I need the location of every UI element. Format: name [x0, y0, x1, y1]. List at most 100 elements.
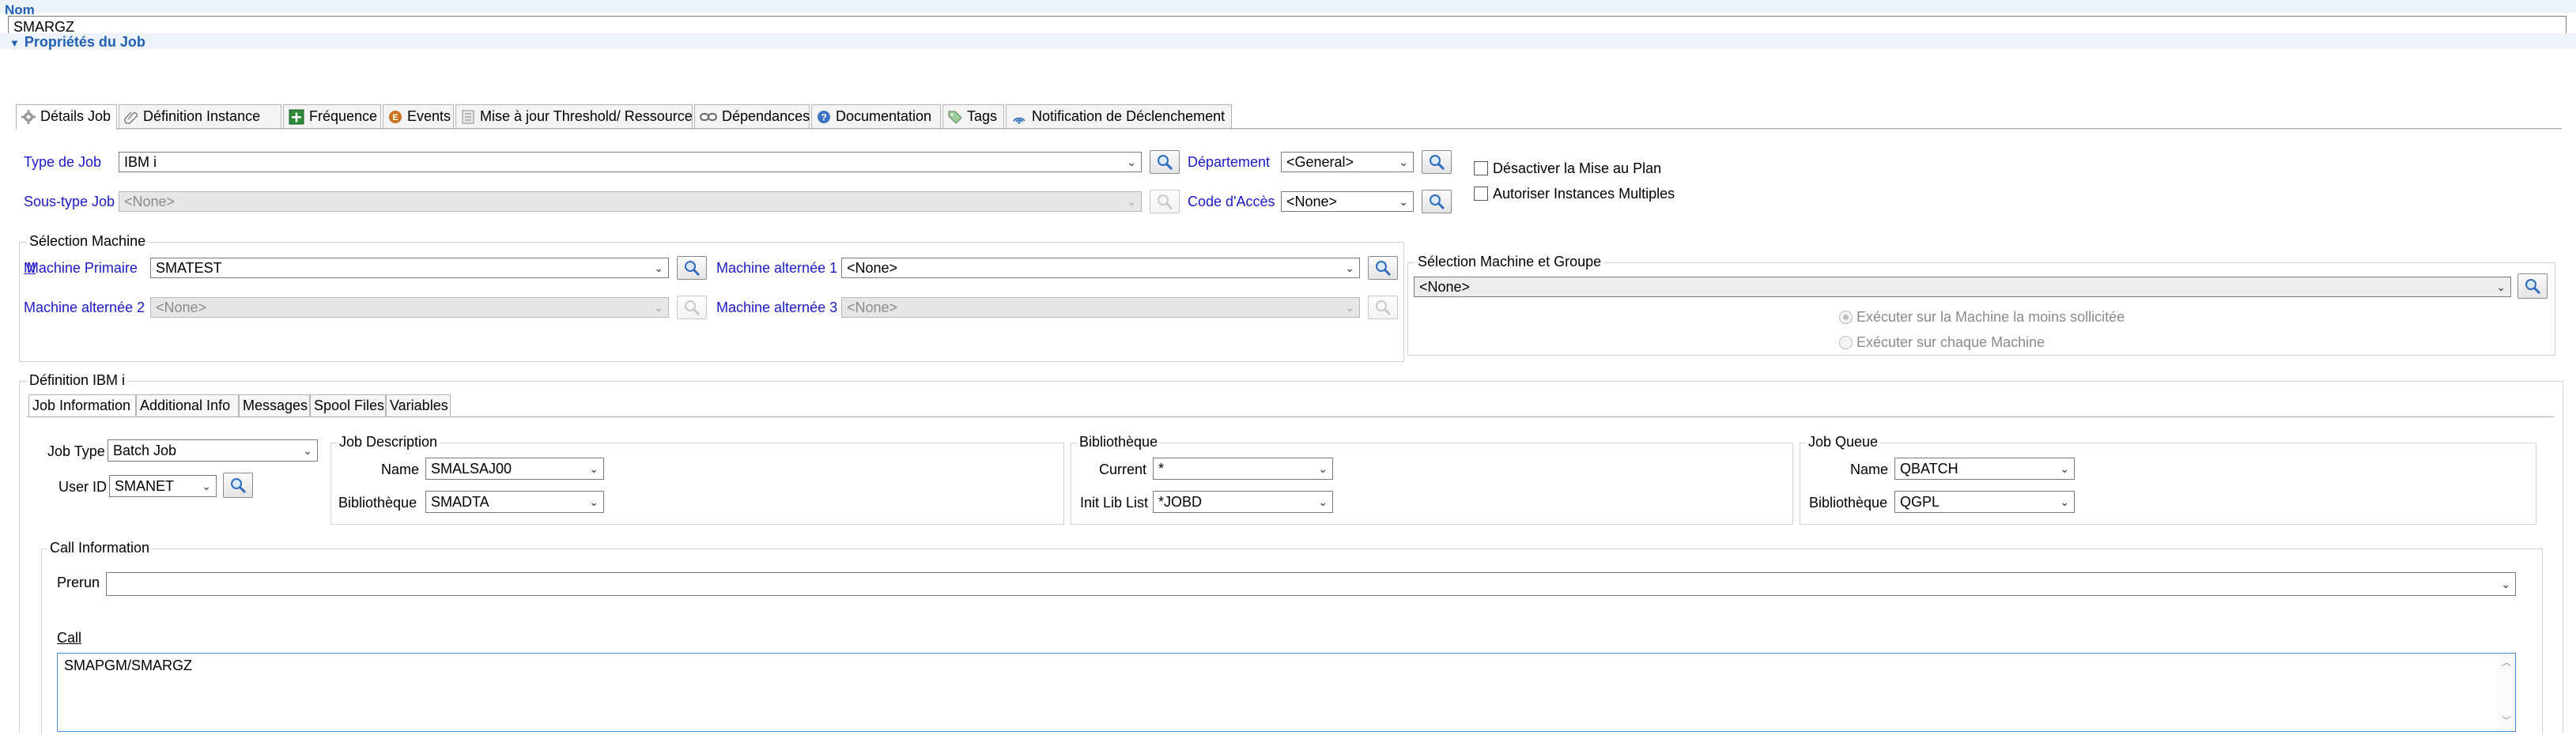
search-icon: [1158, 194, 1173, 210]
proprietes-title[interactable]: ▼ Propriétés du Job: [9, 33, 145, 52]
machine-primaire-select[interactable]: SMATEST ⌄: [150, 258, 669, 278]
code-acces-search-button[interactable]: [1422, 190, 1452, 213]
subtab-variables[interactable]: Variables: [386, 394, 451, 416]
nom-header: [0, 0, 2576, 13]
svg-text:?: ?: [821, 112, 826, 123]
machine-alternee-3-select[interactable]: <None> ⌄: [841, 297, 1360, 318]
tab-frequence[interactable]: Fréquence: [283, 104, 381, 128]
machine-alternee-1-select[interactable]: <None> ⌄: [841, 258, 1360, 278]
job-queue-bibliotheque-label: Bibliothèque: [1809, 495, 1888, 511]
machine-alternee-1-label: Machine alternée 1: [716, 260, 838, 276]
selection-machine-groupe-select[interactable]: <None> ⌄: [1414, 277, 2511, 297]
radio-chaque-machine-label: Exécuter sur chaque Machine: [1856, 334, 2045, 350]
call-label: Call: [57, 630, 82, 646]
job-description-bibliotheque-select[interactable]: SMADTA ⌄: [425, 491, 604, 513]
chevron-down-icon: ⌄: [654, 262, 663, 274]
tab-mise-a-jour-threshold[interactable]: Mise à jour Threshold/ Ressource: [455, 104, 693, 128]
event-icon: E: [389, 111, 402, 124]
user-id-select[interactable]: SMANET ⌄: [109, 475, 217, 497]
tab-details-job[interactable]: Détails Job: [16, 104, 117, 130]
call-value: SMAPGM/SMARGZ: [64, 658, 193, 673]
tab-tags[interactable]: Tags: [942, 104, 1004, 128]
autoriser-instances-multiples-label: Autoriser Instances Multiples: [1493, 186, 1675, 202]
radio-machine-moins-sollicitee[interactable]: [1839, 311, 1853, 324]
sous-type-job-select[interactable]: <None> ⌄: [119, 191, 1142, 212]
prerun-label: Prerun: [57, 575, 100, 590]
type-job-select[interactable]: IBM i ⌄: [119, 152, 1142, 172]
job-description-title: Job Description: [337, 433, 440, 450]
job-type-select[interactable]: Batch Job ⌄: [108, 439, 318, 462]
sous-type-search-button[interactable]: [1150, 190, 1180, 213]
bibliotheque-current-select[interactable]: * ⌄: [1153, 458, 1333, 480]
subtab-spool-files[interactable]: Spool Files: [310, 394, 386, 416]
desactiver-mise-au-plan-checkbox[interactable]: [1474, 161, 1488, 175]
search-icon: [2525, 279, 2541, 295]
svg-text:E: E: [392, 113, 398, 122]
search-icon: [1430, 155, 1445, 171]
user-id-label: User ID: [59, 479, 108, 495]
departement-search-button[interactable]: [1422, 150, 1452, 174]
chevron-down-icon: ⌄: [589, 496, 599, 508]
tab-events[interactable]: E Events: [383, 104, 454, 128]
machine-alternee-2-label: Machine alternée 2: [24, 300, 145, 315]
signal-icon: [1013, 117, 1025, 124]
init-lib-list-select[interactable]: *JOBD ⌄: [1153, 491, 1333, 513]
job-queue-title: Job Queue: [1806, 433, 1881, 450]
machine-alternee-1-search-button[interactable]: [1368, 256, 1398, 280]
tab-definition-instance[interactable]: Définition Instance: [119, 104, 281, 128]
chevron-down-icon: ⌄: [1345, 262, 1354, 274]
chevron-down-icon: ⌄: [589, 462, 599, 475]
tab-notification-declenchement[interactable]: Notification de Déclenchement: [1006, 104, 1232, 128]
subtab-messages[interactable]: Messages: [239, 394, 310, 416]
proprietes-header[interactable]: [0, 33, 2576, 49]
search-icon: [1376, 261, 1392, 277]
type-job-search-button[interactable]: [1150, 150, 1180, 174]
autoriser-instances-multiples-checkbox[interactable]: [1474, 187, 1488, 201]
job-queue-bibliotheque-select[interactable]: QGPL ⌄: [1894, 491, 2075, 513]
call-information-title: Call Information: [47, 539, 153, 556]
code-acces-select[interactable]: <None> ⌄: [1281, 191, 1414, 212]
call-textarea[interactable]: SMAPGM/SMARGZ ︿ ﹀: [57, 653, 2516, 732]
scroll-down-icon[interactable]: ﹀: [2502, 712, 2511, 729]
link-icon: [700, 113, 717, 122]
machine-alternee-3-search-button[interactable]: [1368, 296, 1398, 319]
subtab-divider: [27, 416, 2554, 417]
tab-documentation[interactable]: ? Documentation: [811, 104, 941, 128]
machine-primaire-search-button[interactable]: [677, 256, 707, 280]
search-icon: [231, 478, 247, 494]
chevron-down-icon: ⌄: [654, 301, 663, 314]
chevron-down-icon: ⌄: [1127, 195, 1136, 208]
selection-machine-groupe-search-button[interactable]: [2517, 273, 2548, 299]
radio-chaque-machine[interactable]: [1839, 336, 1853, 349]
radio-machine-moins-sollicitee-label: Exécuter sur la Machine la moins sollici…: [1856, 309, 2125, 325]
job-queue-name-select[interactable]: QBATCH ⌄: [1894, 458, 2075, 480]
collapse-triangle-icon: ▼: [9, 37, 20, 49]
call-scrollbar[interactable]: ︿ ﹀: [2498, 654, 2515, 731]
machine-alternee-2-select[interactable]: <None> ⌄: [150, 297, 669, 318]
tab-dependances[interactable]: Dépendances: [694, 104, 810, 128]
scroll-up-icon[interactable]: ︿: [2502, 654, 2511, 671]
chevron-down-icon: ⌄: [2060, 496, 2069, 508]
machine-alternee-2-search-button[interactable]: [677, 296, 707, 319]
departement-select[interactable]: <General> ⌄: [1281, 152, 1414, 172]
search-icon: [1376, 300, 1392, 316]
calendar-plus-icon: [289, 109, 304, 125]
paperclip-icon: [124, 111, 138, 125]
prerun-select[interactable]: ⌄: [106, 572, 2516, 596]
user-id-search-button[interactable]: [223, 473, 253, 498]
job-description-name-select[interactable]: SMALSAJ00 ⌄: [425, 458, 604, 480]
gear-icon: [21, 110, 36, 125]
selection-machine-groupe-title: Sélection Machine et Groupe: [1415, 253, 1604, 270]
subtab-job-information[interactable]: Job Information: [28, 394, 136, 416]
chevron-down-icon: ⌄: [1318, 496, 1328, 508]
subtab-additional-info[interactable]: Additional Info: [136, 394, 239, 416]
departement-label: Département: [1188, 154, 1271, 170]
job-description-name-label: Name: [381, 462, 420, 477]
machine-primaire-label: MMachine Primaire: [24, 260, 138, 276]
init-lib-list-label: Init Lib List: [1080, 495, 1149, 511]
search-icon: [685, 261, 701, 277]
chevron-down-icon: ⌄: [2060, 462, 2069, 475]
definition-ibmi-title: Définition IBM i: [27, 371, 128, 389]
resource-icon: [462, 110, 474, 124]
desactiver-mise-au-plan-label: Désactiver la Mise au Plan: [1493, 160, 1662, 176]
